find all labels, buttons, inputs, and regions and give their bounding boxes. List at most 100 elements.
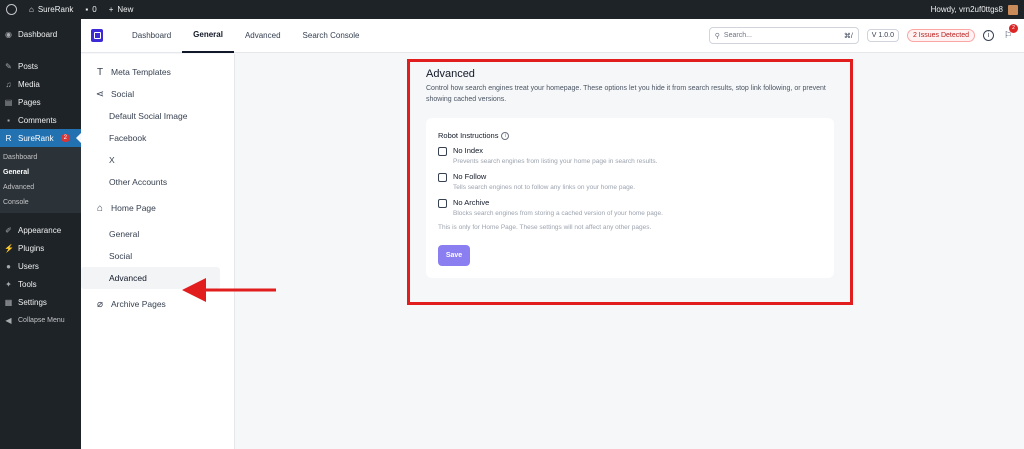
version-badge: V 1.0.0	[866, 29, 899, 42]
comments-link[interactable]: ▪ 0	[79, 0, 102, 19]
comments-icon: ▪	[7, 115, 10, 125]
menu-surerank-label: SureRank	[18, 133, 54, 143]
tab-advanced[interactable]: Advanced	[234, 19, 292, 53]
search-input[interactable]: ⚲ Search... ⌘/	[708, 27, 859, 44]
tab-search-console[interactable]: Search Console	[292, 19, 371, 53]
save-button[interactable]: Save	[438, 245, 470, 266]
menu-media-label: Media	[18, 79, 40, 89]
no-archive-desc: Blocks search engines from storing a cac…	[453, 210, 663, 217]
menu-pages[interactable]: ▤ Pages	[0, 93, 81, 111]
notifications-icon[interactable]: ⚐ 2	[1002, 23, 1018, 42]
no-follow-checkbox[interactable]	[438, 173, 447, 182]
surerank-icon: R	[5, 133, 12, 143]
share-icon: ⋖	[95, 88, 105, 100]
collapse-menu-button[interactable]: ◀ Collapse Menu	[0, 311, 81, 329]
nav-meta-templates-label: Meta Templates	[111, 67, 171, 77]
paperclip-icon: ⌀	[96, 298, 104, 310]
surerank-logo[interactable]	[91, 29, 103, 42]
home-icon: ⌂	[96, 202, 104, 214]
menu-dashboard[interactable]: ◉ Dashboard	[0, 19, 81, 49]
submenu-dashboard[interactable]: Dashboard	[0, 150, 81, 165]
submenu-general[interactable]: General	[0, 165, 81, 180]
nav-archive-pages-label: Archive Pages	[111, 299, 166, 309]
robot-instructions-heading: Robot Instructions i	[438, 131, 510, 140]
main-content: Advanced Control how search engines trea…	[235, 54, 1024, 449]
robot-instructions-label: Robot Instructions	[438, 131, 499, 140]
nav-home-page[interactable]: ⌂ Home Page	[81, 197, 234, 219]
no-follow-title: No Follow	[453, 172, 487, 181]
menu-posts[interactable]: ✎ Posts	[0, 57, 81, 75]
info-icon[interactable]: i	[983, 30, 994, 41]
collapse-icon: ◀	[5, 315, 12, 325]
howdy-text: Howdy, vrn2uf0ttgs8	[930, 5, 1003, 14]
menu-appearance[interactable]: ✐ Appearance	[0, 221, 81, 239]
no-index-checkbox[interactable]	[438, 147, 447, 156]
account-menu[interactable]: Howdy, vrn2uf0ttgs8	[930, 4, 1024, 15]
dashboard-icon: ◉	[5, 29, 12, 39]
menu-comments-label: Comments	[18, 115, 57, 125]
menu-surerank[interactable]: R SureRank 2	[0, 129, 81, 147]
notifications-count: 2	[1009, 23, 1018, 33]
option-no-index[interactable]: No Index Prevents search engines from li…	[438, 146, 658, 165]
wordpress-icon	[6, 4, 17, 15]
wrench-icon: ✦	[5, 279, 12, 289]
wp-admin-bar: ⌂ SureRank ▪ 0 + New Howdy, vrn2uf0ttgs8	[0, 0, 1024, 19]
no-follow-desc: Tells search engines not to follow any l…	[453, 184, 636, 191]
no-index-title: No Index	[453, 146, 484, 155]
text-icon: T	[96, 66, 104, 78]
no-archive-title: No Archive	[453, 198, 490, 207]
issues-badge[interactable]: 2 Issues Detected	[906, 29, 975, 42]
menu-posts-label: Posts	[18, 61, 39, 71]
site-name-label: SureRank	[37, 5, 74, 14]
surerank-badge: 2	[60, 134, 70, 142]
nav-facebook[interactable]: Facebook	[81, 127, 220, 149]
no-archive-checkbox[interactable]	[438, 199, 447, 208]
search-placeholder: Search...	[723, 32, 752, 39]
comments-count: 0	[92, 5, 97, 14]
menu-dashboard-label: Dashboard	[18, 29, 58, 39]
nav-default-social-image[interactable]: Default Social Image	[81, 105, 220, 127]
wp-logo-button[interactable]	[0, 0, 23, 19]
option-no-follow[interactable]: No Follow Tells search engines not to fo…	[438, 172, 635, 191]
wp-admin-menu: ◉ Dashboard ✎ Posts ♫ Media ▤ Pages ▪ Comment…	[0, 19, 81, 449]
menu-plugins-label: Plugins	[18, 243, 45, 253]
nav-other-accounts[interactable]: Other Accounts	[81, 171, 220, 193]
menu-settings[interactable]: ▦ Settings	[0, 293, 81, 311]
menu-users[interactable]: ● Users	[0, 257, 81, 275]
submenu-console[interactable]: Console	[0, 195, 81, 210]
pages-icon: ▤	[4, 97, 13, 107]
option-no-archive[interactable]: No Archive Blocks search engines from st…	[438, 198, 663, 217]
nav-x[interactable]: X	[81, 149, 220, 171]
annotation-arrow-icon	[182, 278, 276, 302]
tab-general[interactable]: General	[182, 19, 234, 53]
settings-nav: T Meta Templates ⋖ Social Default Social I…	[81, 54, 235, 449]
settings-icon: ▦	[4, 297, 13, 307]
comment-icon: ▪	[85, 5, 89, 14]
brush-icon: ✐	[5, 225, 12, 235]
surerank-submenu: Dashboard General Advanced Console	[0, 147, 81, 213]
menu-pages-label: Pages	[18, 97, 41, 107]
menu-plugins[interactable]: ⚡ Plugins	[0, 239, 81, 257]
surerank-header: Dashboard General Advanced Search Consol…	[81, 19, 1024, 53]
new-content-link[interactable]: + New	[103, 0, 140, 19]
nav-social[interactable]: ⋖ Social	[81, 83, 234, 105]
nav-meta-templates[interactable]: T Meta Templates	[81, 61, 234, 83]
menu-users-label: Users	[18, 261, 39, 271]
search-shortcut: ⌘/	[843, 32, 853, 40]
info-icon[interactable]: i	[501, 131, 510, 140]
menu-tools[interactable]: ✦ Tools	[0, 275, 81, 293]
collapse-label: Collapse Menu	[18, 316, 65, 324]
menu-tools-label: Tools	[18, 279, 37, 289]
tab-dashboard[interactable]: Dashboard	[121, 19, 182, 53]
menu-comments[interactable]: ▪ Comments	[0, 111, 81, 129]
nav-home-social[interactable]: Social	[81, 245, 220, 267]
site-name-link[interactable]: ⌂ SureRank	[23, 0, 79, 19]
submenu-advanced[interactable]: Advanced	[0, 180, 81, 195]
nav-home-general[interactable]: General	[81, 223, 220, 245]
pin-icon: ✎	[5, 61, 12, 71]
home-icon: ⌂	[29, 5, 34, 14]
no-index-desc: Prevents search engines from listing you…	[453, 158, 658, 165]
media-icon: ♫	[5, 79, 12, 89]
menu-media[interactable]: ♫ Media	[0, 75, 81, 93]
page-title: Advanced	[426, 68, 475, 80]
